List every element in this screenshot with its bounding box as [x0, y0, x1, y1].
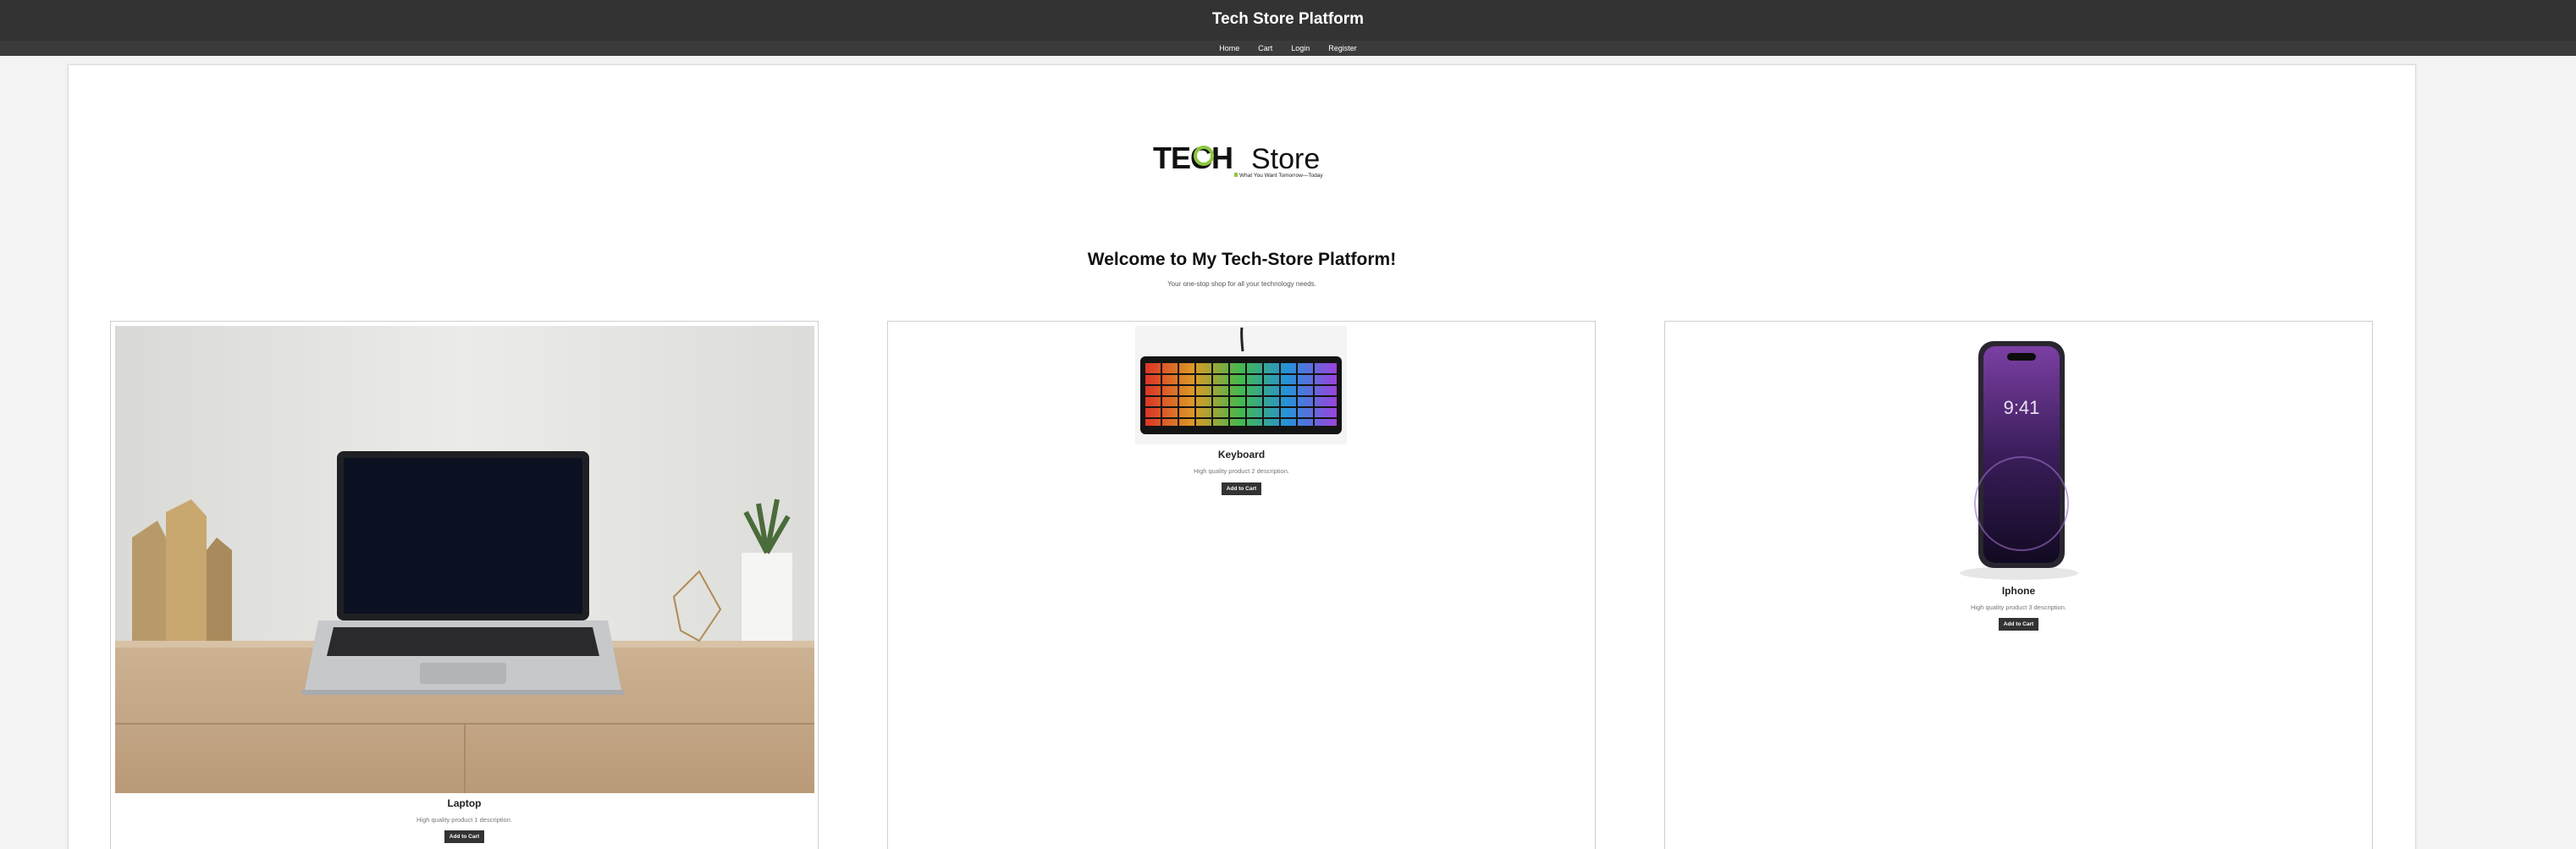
add-to-cart-button[interactable]: Add to Cart	[444, 830, 484, 843]
site-header: Tech Store Platform	[0, 0, 2576, 41]
page-title: Welcome to My Tech-Store Platform!	[1087, 250, 1397, 269]
keyboard-image	[1135, 326, 1347, 444]
nav-cart-link[interactable]: Cart	[1249, 44, 1282, 52]
nav-register-link[interactable]: Register	[1319, 44, 1366, 52]
main-content: TECH Store What You Want Tomorrow—Today …	[68, 64, 2416, 849]
main-nav: Home Cart Login Register	[0, 41, 2576, 56]
product-name: Laptop	[447, 797, 482, 809]
nav-login-link[interactable]: Login	[1282, 44, 1319, 52]
laptop-image	[115, 326, 814, 793]
product-description: High quality product 3 description.	[1971, 604, 2066, 611]
product-description: High quality product 1 description.	[416, 816, 512, 824]
add-to-cart-button[interactable]: Add to Cart	[1222, 482, 1261, 495]
page-subtitle: Your one-stop shop for all your technolo…	[1167, 280, 1316, 288]
logo-store-text: Store	[1251, 143, 1320, 175]
svg-text:9:41: 9:41	[2004, 397, 2040, 418]
logo-tagline: What You Want Tomorrow—Today	[1239, 173, 1323, 179]
tech-store-logo: TECH Store What You Want Tomorrow—Today	[1153, 141, 1323, 179]
site-title: Tech Store Platform	[1211, 10, 1365, 28]
product-description: High quality product 2 description.	[1194, 467, 1289, 475]
product-name: Keyboard	[1217, 449, 1266, 460]
product-card-laptop: Laptop High quality product 1 descriptio…	[110, 321, 819, 849]
iphone-image: 9:41	[1919, 326, 2114, 584]
logo-tech-text: TECH	[1153, 141, 1233, 175]
product-card-iphone: 9:41 Iphone High quality product 3 descr…	[1664, 321, 2373, 849]
product-name: Iphone	[2001, 585, 2036, 597]
product-card-keyboard: Keyboard High quality product 2 descript…	[887, 321, 1596, 849]
nav-home-link[interactable]: Home	[1210, 44, 1249, 52]
add-to-cart-button[interactable]: Add to Cart	[1999, 618, 2038, 631]
